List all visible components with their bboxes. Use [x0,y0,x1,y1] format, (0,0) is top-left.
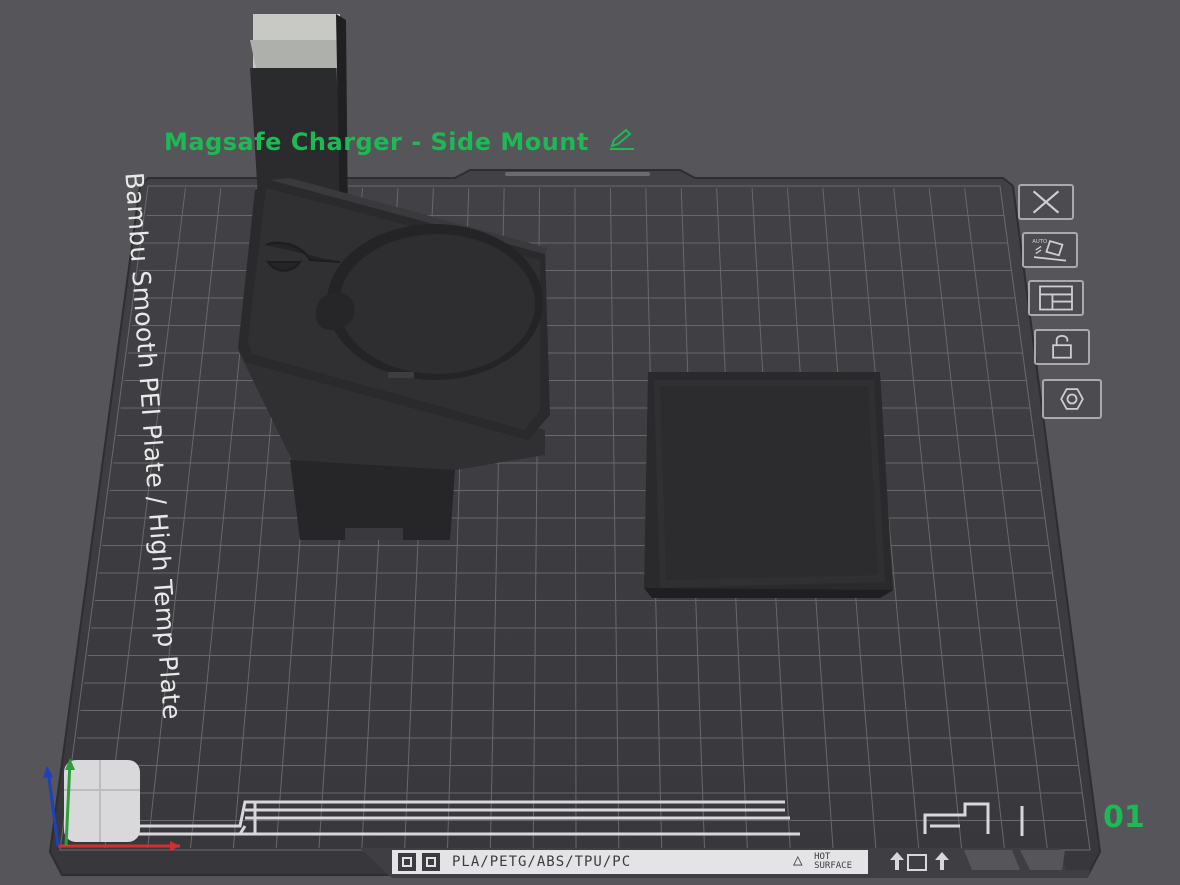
bed-icon [422,853,440,871]
hot-surface-warning: △ HOT SURFACE [793,849,852,871]
auto-orient-button[interactable]: AUTO [1022,232,1078,268]
plate-number: 01 [1103,800,1145,835]
delete-plate-button[interactable] [1018,184,1074,220]
plate-title[interactable]: Magsafe Charger - Side Mount [164,128,634,156]
unlock-icon [1052,335,1072,359]
material-strip: PLA/PETG/ABS/TPU/PC △ HOT SURFACE [392,850,868,874]
surface-label: SURFACE [814,861,852,871]
lock-button[interactable] [1034,329,1090,365]
warning-triangle-icon: △ [793,849,803,869]
build-plate[interactable] [48,169,1102,878]
plate-title-text: Magsafe Charger - Side Mount [164,128,589,156]
close-icon [1032,190,1060,214]
hex-nut-icon [1060,388,1084,410]
model-tray[interactable] [644,372,893,598]
compatible-materials: PLA/PETG/ABS/TPU/PC [452,854,632,870]
svg-text:AUTO: AUTO [1032,239,1047,245]
auto-orient-icon: AUTO [1032,239,1067,262]
plate-toolbar: AUTO [1014,184,1104,424]
arrange-icon [1039,285,1073,311]
arrange-button[interactable] [1028,280,1084,316]
plate-type-icon [398,853,416,871]
plate-settings-button[interactable] [1042,379,1102,419]
pencil-icon[interactable] [608,128,634,156]
